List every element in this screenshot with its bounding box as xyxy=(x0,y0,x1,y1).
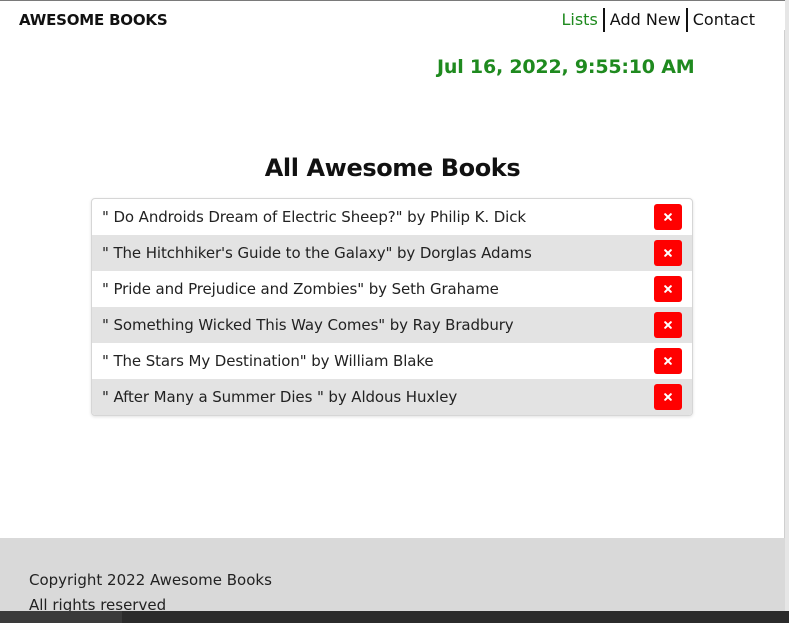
taskbar xyxy=(0,611,789,623)
site-logo: AWESOME BOOKS xyxy=(19,11,168,29)
nav-contact-link[interactable]: Contact xyxy=(688,8,760,32)
book-title-author: " The Stars My Destination" by William B… xyxy=(102,352,434,370)
list-item: " The Hitchhiker's Guide to the Galaxy" … xyxy=(92,235,692,271)
close-icon xyxy=(664,321,672,329)
book-title-author: " Do Androids Dream of Electric Sheep?" … xyxy=(102,208,526,226)
remove-book-button[interactable] xyxy=(654,204,682,230)
current-datetime: Jul 16, 2022, 9:55:10 AM xyxy=(437,56,695,78)
remove-book-button[interactable] xyxy=(654,348,682,374)
site-header: AWESOME BOOKS Lists Add New Contact xyxy=(0,1,785,39)
close-icon xyxy=(664,249,672,257)
close-icon xyxy=(664,393,672,401)
page-title: All Awesome Books xyxy=(264,154,521,182)
nav-lists-link[interactable]: Lists xyxy=(556,8,602,32)
taskbar-tab[interactable] xyxy=(0,611,122,623)
main-nav: Lists Add New Contact xyxy=(556,8,760,32)
list-item: " The Stars My Destination" by William B… xyxy=(92,343,692,379)
close-icon xyxy=(664,285,672,293)
list-item: " Pride and Prejudice and Zombies" by Se… xyxy=(92,271,692,307)
list-item: " After Many a Summer Dies " by Aldous H… xyxy=(92,379,692,415)
remove-book-button[interactable] xyxy=(654,312,682,338)
book-title-author: " Something Wicked This Way Comes" by Ra… xyxy=(102,316,514,334)
book-title-author: " The Hitchhiker's Guide to the Galaxy" … xyxy=(102,244,532,262)
nav-add-new-link[interactable]: Add New xyxy=(605,8,686,32)
remove-book-button[interactable] xyxy=(654,384,682,410)
book-list: " Do Androids Dream of Electric Sheep?" … xyxy=(91,198,693,416)
list-item: " Do Androids Dream of Electric Sheep?" … xyxy=(92,199,692,235)
list-item: " Something Wicked This Way Comes" by Ra… xyxy=(92,307,692,343)
close-icon xyxy=(664,357,672,365)
scrollbar-edge xyxy=(784,30,785,560)
footer-copyright: Copyright 2022 Awesome Books xyxy=(29,571,272,589)
book-title-author: " After Many a Summer Dies " by Aldous H… xyxy=(102,388,458,406)
book-title-author: " Pride and Prejudice and Zombies" by Se… xyxy=(102,280,499,298)
scrollbar-track[interactable] xyxy=(785,0,789,623)
remove-book-button[interactable] xyxy=(654,276,682,302)
close-icon xyxy=(664,213,672,221)
remove-book-button[interactable] xyxy=(654,240,682,266)
